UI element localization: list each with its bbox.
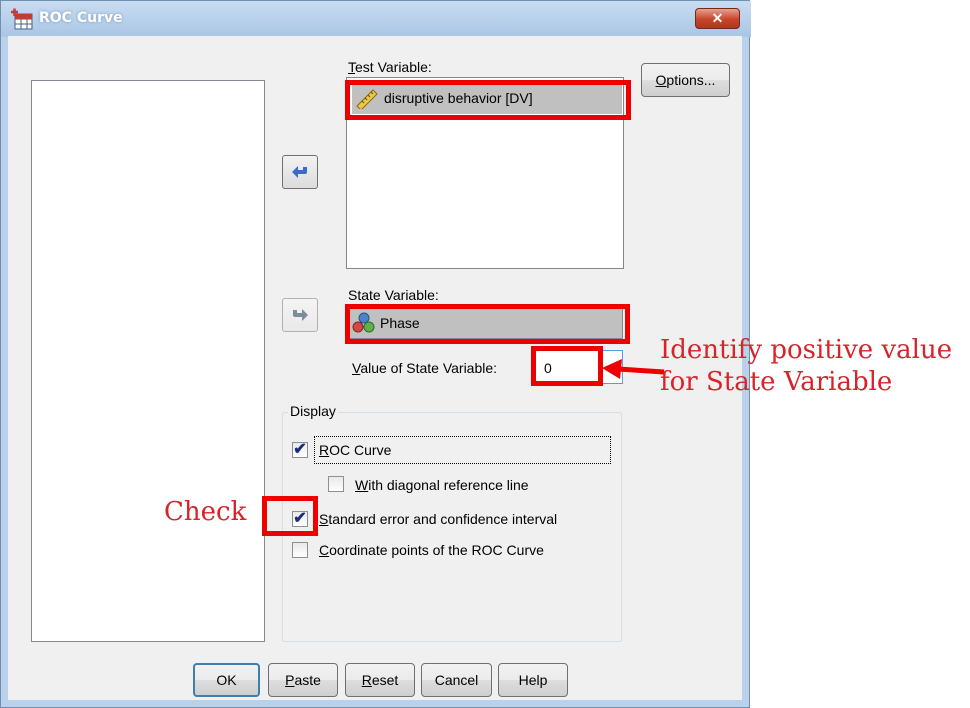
diagonal-line-checkbox-label[interactable]: With diagonal reference line [355,477,529,493]
close-button[interactable]: ✕ [695,8,740,29]
check-annotation: Check [164,497,247,527]
ok-button[interactable]: OK [193,663,260,697]
move-to-state-variable-button[interactable] [282,298,318,332]
roc-curve-checkbox[interactable]: ✔ [292,442,308,458]
std-error-highlight-box [262,496,318,536]
coordinate-points-checkbox-label[interactable]: Coordinate points of the ROC Curve [319,542,544,558]
roc-curve-checkbox-label[interactable]: ROC Curve [319,442,391,458]
state-variable-highlight-box [345,304,630,344]
cancel-button[interactable]: Cancel [421,663,492,697]
source-variable-list[interactable] [31,80,265,642]
spss-dialog-icon [11,8,33,30]
reset-button[interactable]: Reset [345,663,415,697]
options-button[interactable]: Options... [641,63,730,97]
std-error-checkbox-label[interactable]: Standard error and confidence interval [319,511,557,527]
close-icon: ✕ [711,10,724,26]
test-variable-label: Test Variable: [348,59,432,75]
help-button[interactable]: Help [498,663,568,697]
annotation-arrow [602,359,665,379]
display-group-legend: Display [288,403,338,419]
arrow-left-icon [292,166,307,178]
value-of-state-variable-label: Value of State Variable: [352,360,498,376]
arrow-right-icon [293,309,308,321]
coordinate-points-checkbox[interactable] [292,542,308,558]
diagonal-line-checkbox[interactable] [328,476,344,492]
move-to-test-variable-button[interactable] [282,155,318,189]
window-title: ROC Curve [39,10,123,26]
coordinate-points-checkbox-row[interactable] [292,542,308,558]
title-bar[interactable]: ROC Curve ✕ [1,1,751,37]
identify-annotation-line2: for State Variable [660,367,893,397]
state-value-highlight-box [531,346,603,386]
diagonal-line-checkbox-row[interactable] [328,476,344,492]
test-variable-highlight-box [345,80,631,120]
state-variable-label: State Variable: [348,287,439,303]
paste-button[interactable]: Paste [268,663,338,697]
roc-curve-checkbox-row[interactable]: ✔ [292,442,308,458]
identify-annotation-line1: Identify positive value [660,335,953,365]
